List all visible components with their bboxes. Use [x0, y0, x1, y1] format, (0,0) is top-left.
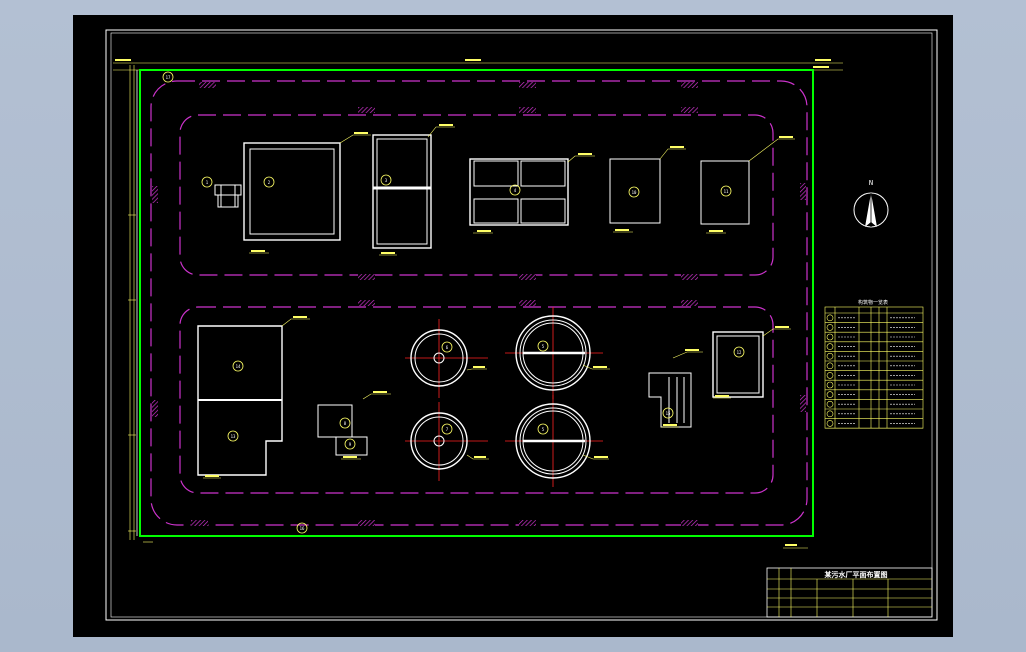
legend-row-tag — [826, 352, 834, 360]
clarifier-tanks — [405, 307, 603, 487]
legend-row-tag — [826, 420, 834, 427]
legend-title: 构筑物一览表 — [858, 299, 888, 306]
tag-5: 10 — [632, 190, 637, 195]
tag-6: 11 — [724, 189, 729, 194]
dimension-notes — [115, 59, 831, 546]
lower-structures — [197, 325, 764, 476]
north-label: N — [869, 179, 873, 187]
site-boundary[interactable] — [139, 69, 814, 537]
tag-2: 2 — [268, 180, 271, 185]
legend-row-tag — [826, 410, 834, 418]
tag-15: 12 — [737, 350, 742, 355]
tag-1: 1 — [206, 180, 209, 185]
title-block-title: 某污水厂平面布置图 — [824, 570, 888, 579]
tag-8: 13 — [231, 434, 236, 439]
structure-tags — [162, 71, 745, 534]
tag-9: 8 — [344, 421, 347, 426]
tag-17: 16 — [300, 526, 305, 531]
tag-4: 4 — [514, 188, 517, 193]
legend-row-tag — [826, 400, 834, 408]
legend-table-frame — [824, 306, 924, 429]
legend-row-tag — [826, 381, 834, 389]
north-arrow: N — [853, 179, 889, 228]
tag-18: 17 — [166, 75, 171, 80]
legend-table: 构筑物一览表 — [824, 299, 924, 429]
legend-row-tag — [826, 391, 834, 398]
perimeter-road — [150, 80, 808, 526]
legend-row-tag — [826, 372, 834, 379]
inner-frame — [110, 32, 933, 618]
tag-3: 3 — [385, 178, 388, 183]
tag-11: 6 — [446, 345, 449, 350]
tag-14: 5 — [542, 427, 545, 432]
tag-12: 7 — [446, 427, 449, 432]
cad-viewport[interactable]: 1 2 3 4 10 11 14 13 8 9 6 7 5 5 12 15 16… — [73, 15, 953, 637]
legend-row-tag — [826, 362, 834, 370]
tag-13: 5 — [542, 344, 545, 349]
tag-10: 9 — [349, 442, 352, 447]
site-plan-drawing: 1 2 3 4 10 11 14 13 8 9 6 7 5 5 12 15 16… — [105, 29, 938, 621]
legend-row-tag — [826, 314, 834, 322]
legend-row-tag — [826, 333, 834, 341]
legend-row-tag — [826, 324, 834, 331]
leader-lines — [203, 126, 795, 479]
legend-row-tag — [826, 343, 834, 350]
tag-7: 14 — [236, 364, 241, 369]
tag-16: 15 — [666, 411, 671, 416]
